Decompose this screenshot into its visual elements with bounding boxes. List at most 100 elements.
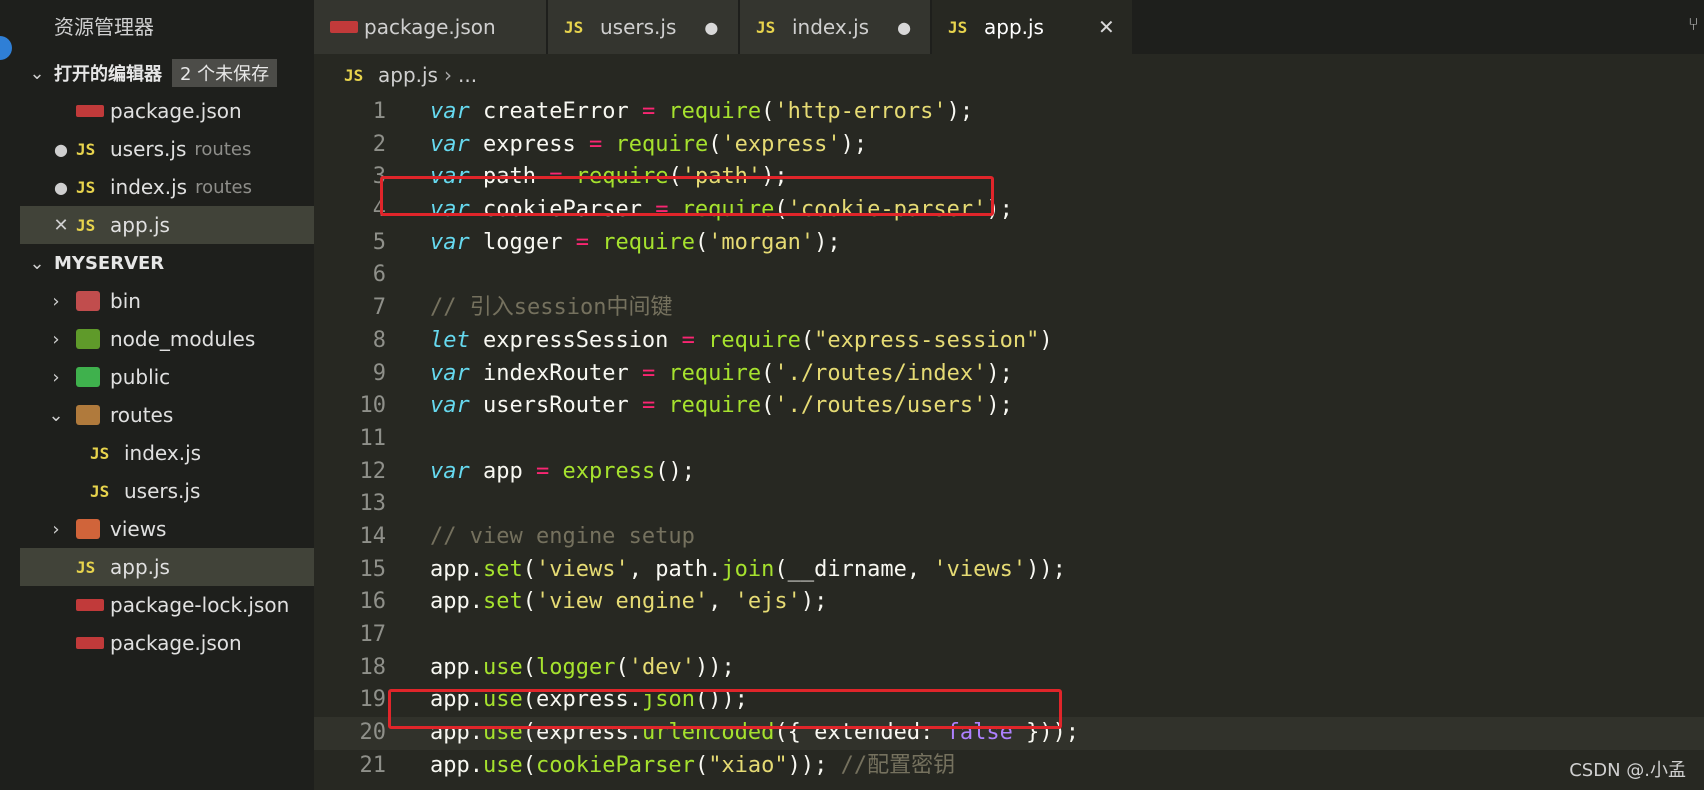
unsaved-dot-icon[interactable]: ● [897,18,911,37]
tree-folder-bin[interactable]: › bin [20,282,314,320]
open-editor-users-js[interactable]: ● JS users.js routes [20,130,314,168]
code-line[interactable]: 15 app.set('views', path.join(__dirname, … [314,554,1704,587]
tree-label: users.js [124,479,201,503]
code-editor[interactable]: 1 var createError = require('http-errors'… [314,96,1704,790]
code-token: ( [522,589,536,615]
unsaved-dot-icon[interactable]: ● [704,18,718,37]
code-line[interactable]: 16 app.set('view engine', 'ejs'); [314,586,1704,619]
close-icon[interactable]: ✕ [50,215,72,236]
line-number: 16 [359,589,387,615]
code-token: 'dev' [628,654,695,680]
code-line[interactable]: 11 [314,423,1704,456]
code-line[interactable]: 1 var createError = require('http-errors'… [314,96,1704,129]
line-number: 10 [359,393,387,419]
tree-folder-node-modules[interactable]: › node_modules [20,320,314,358]
code-line[interactable]: 21 app.use(cookieParser("xiao")); //配置密钥 [314,750,1704,783]
code-line[interactable]: 10 var usersRouter = require('./routes/us… [314,390,1704,423]
close-icon[interactable]: ✕ [1098,15,1115,39]
code-token: express [562,458,656,484]
code-text: // view engine setup [430,521,695,554]
breadcrumb-symbol[interactable]: ... [458,63,477,87]
tree-folder-views[interactable]: › views [20,510,314,548]
account-badge-icon[interactable] [0,36,12,60]
code-token: app. [430,589,483,615]
code-token: 'views' [535,556,629,582]
js-file-icon: JS [948,17,968,37]
tab-app-js[interactable]: JS app.js ✕ [932,0,1132,54]
open-editor-label: index.js [110,175,188,199]
chevron-right-icon: › [443,63,452,87]
code-token: use [482,752,523,778]
tab-package-json[interactable]: package.json [314,0,546,54]
explorer-title: 资源管理器 [54,15,154,39]
tree-file-app-js[interactable]: JS app.js [20,548,314,586]
line-number: 1 [372,99,386,124]
code-line[interactable]: 5 var logger = require('morgan'); [314,227,1704,260]
npm-icon [76,105,104,117]
code-line[interactable]: 8 let expressSession = require("express-s… [314,325,1704,358]
unsaved-dot-icon[interactable]: ● [50,140,72,159]
code-text: app.set('view engine', 'ejs'); [430,586,827,619]
code-line[interactable]: 7 // 引入session中间键 [314,292,1704,325]
code-text: app.use(cookieParser("xiao")); //配置密钥 [430,750,955,783]
line-number: 4 [372,197,386,223]
breadcrumb-file[interactable]: app.js [378,63,438,87]
open-editor-package-json[interactable]: package.json [20,92,314,130]
tree-label: package-lock.json [110,593,290,617]
line-number: 19 [359,687,387,713]
open-editor-label: package.json [110,99,242,123]
code-line[interactable]: 6 [314,259,1704,292]
code-token: usersRouter [469,393,642,419]
tree-file-package-json[interactable]: package.json [20,624,314,662]
chevron-right-icon: › [52,518,60,540]
tab-users-js[interactable]: JS users.js ● [548,0,738,54]
code-token: = [641,99,656,124]
open-editor-index-js[interactable]: ● JS index.js routes [20,168,314,206]
js-file-icon: JS [76,557,96,577]
code-token: var [430,229,470,255]
code-token: ( [708,131,722,157]
code-line[interactable]: 18 app.use(logger('dev')); [314,652,1704,685]
open-editor-app-js[interactable]: ✕ JS app.js [20,206,314,244]
code-token: let [430,327,470,353]
code-token: ); [946,99,974,124]
unsaved-dot-icon[interactable]: ● [50,178,72,197]
code-token: express [469,131,589,157]
tree-folder-routes[interactable]: ⌄ routes [20,396,314,434]
open-editors-header[interactable]: ⌄ 打开的编辑器 2 个未保存 [20,54,314,92]
tree-file-package-lock-json[interactable]: package-lock.json [20,586,314,624]
code-line[interactable]: 14 // view engine setup [314,521,1704,554]
code-line[interactable]: 17 [314,619,1704,652]
code-token: )); [694,654,735,680]
tree-folder-public[interactable]: › public [20,358,314,396]
code-token: join [721,556,775,582]
code-token: 'http-errors' [774,99,947,124]
code-line[interactable]: 9 var indexRouter = require('./routes/ind… [314,358,1704,391]
source-control-icon[interactable]: ⑂ [1688,14,1704,38]
code-token: require [668,393,762,419]
code-line[interactable]: 2 var express = require('express'); [314,129,1704,162]
tab-label: index.js [792,15,870,39]
code-token: var [430,131,470,157]
code-token: logger [535,654,616,680]
line-number: 6 [372,262,386,288]
js-file-icon: JS [90,481,110,501]
code-token: , [708,589,735,615]
project-header[interactable]: ⌄ MYSERVER [20,244,314,282]
code-token: indexRouter [469,360,642,386]
code-line[interactable]: 13 [314,488,1704,521]
js-file-icon: JS [344,65,364,85]
code-token: ( [615,654,629,680]
code-token: set [482,556,523,582]
tab-label: users.js [600,15,677,39]
tab-index-js[interactable]: JS index.js ● [740,0,930,54]
line-number: 20 [359,720,387,746]
tree-file-users-js[interactable]: JS users.js [20,472,314,510]
tree-file-index-js[interactable]: JS index.js [20,434,314,472]
code-token: ); [800,589,828,615]
code-line[interactable]: 12 var app = express(); [314,456,1704,489]
code-token: cookieParser [535,752,695,778]
